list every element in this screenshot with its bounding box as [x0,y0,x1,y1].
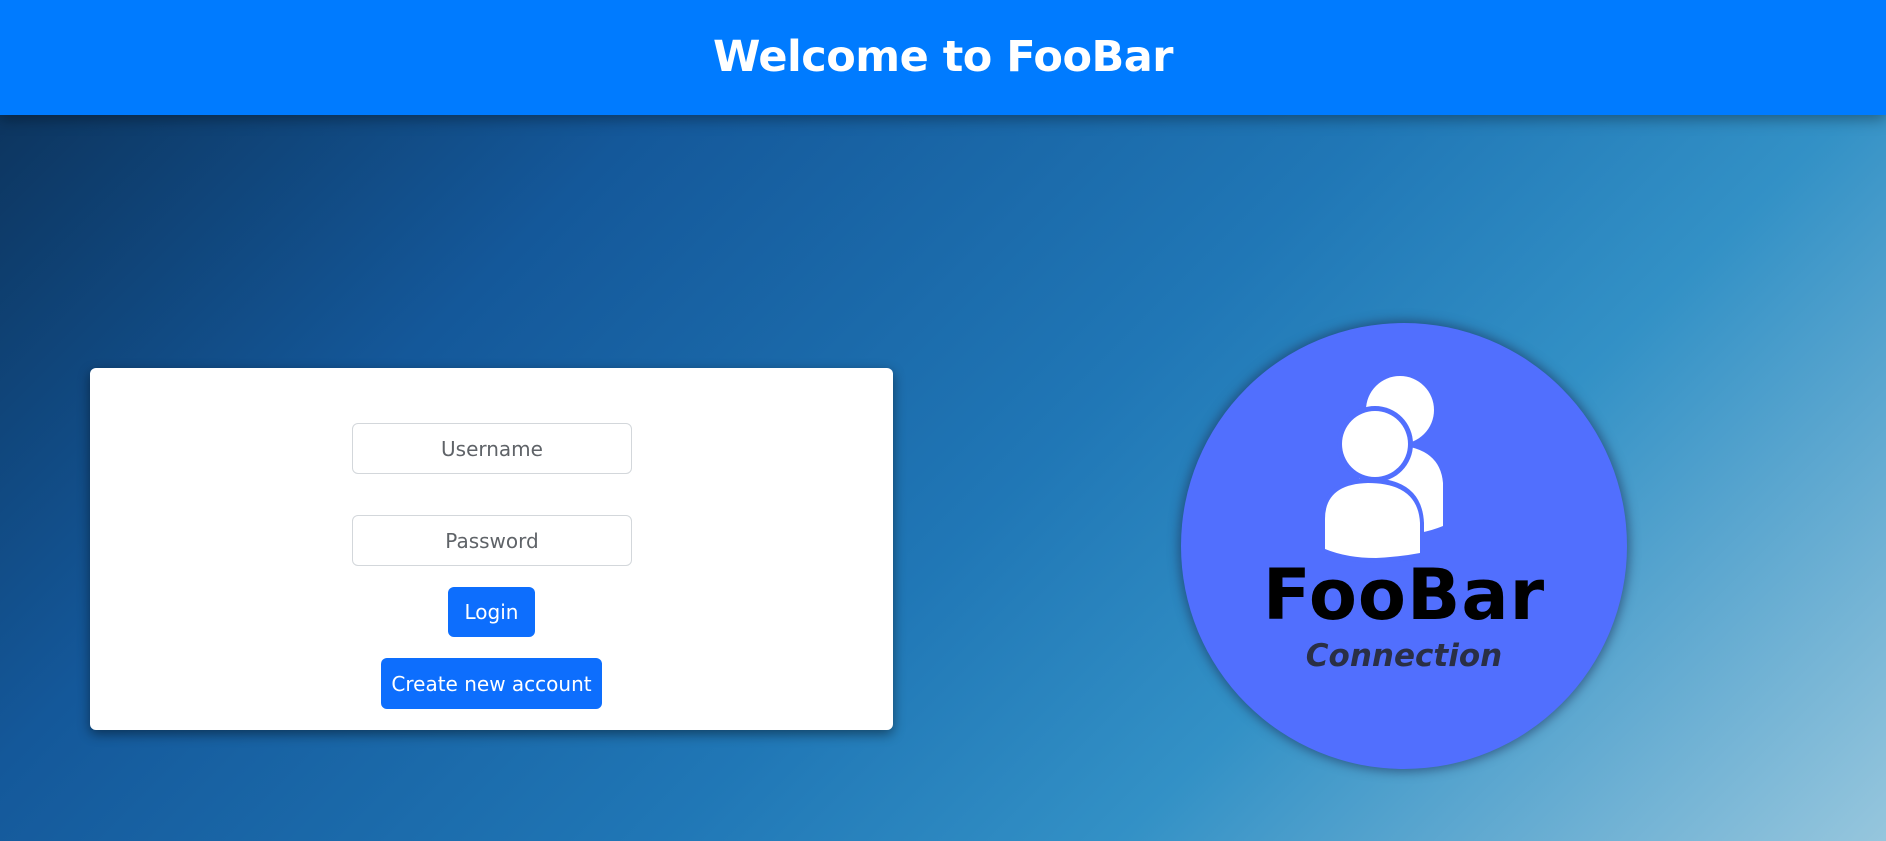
logo-title: FooBar [1262,554,1546,636]
users-icon [1321,376,1443,563]
login-button[interactable]: Login [448,587,535,637]
page-title: Welcome to FooBar [712,31,1174,82]
header-bar: Welcome to FooBar [0,0,1886,115]
username-input[interactable] [352,423,632,474]
logo-subtitle: Connection [1305,638,1503,674]
password-input[interactable] [352,515,632,566]
login-card: Login Create new account [90,368,893,730]
foobar-logo: FooBar Connection [1181,323,1627,769]
create-account-button[interactable]: Create new account [381,658,602,709]
